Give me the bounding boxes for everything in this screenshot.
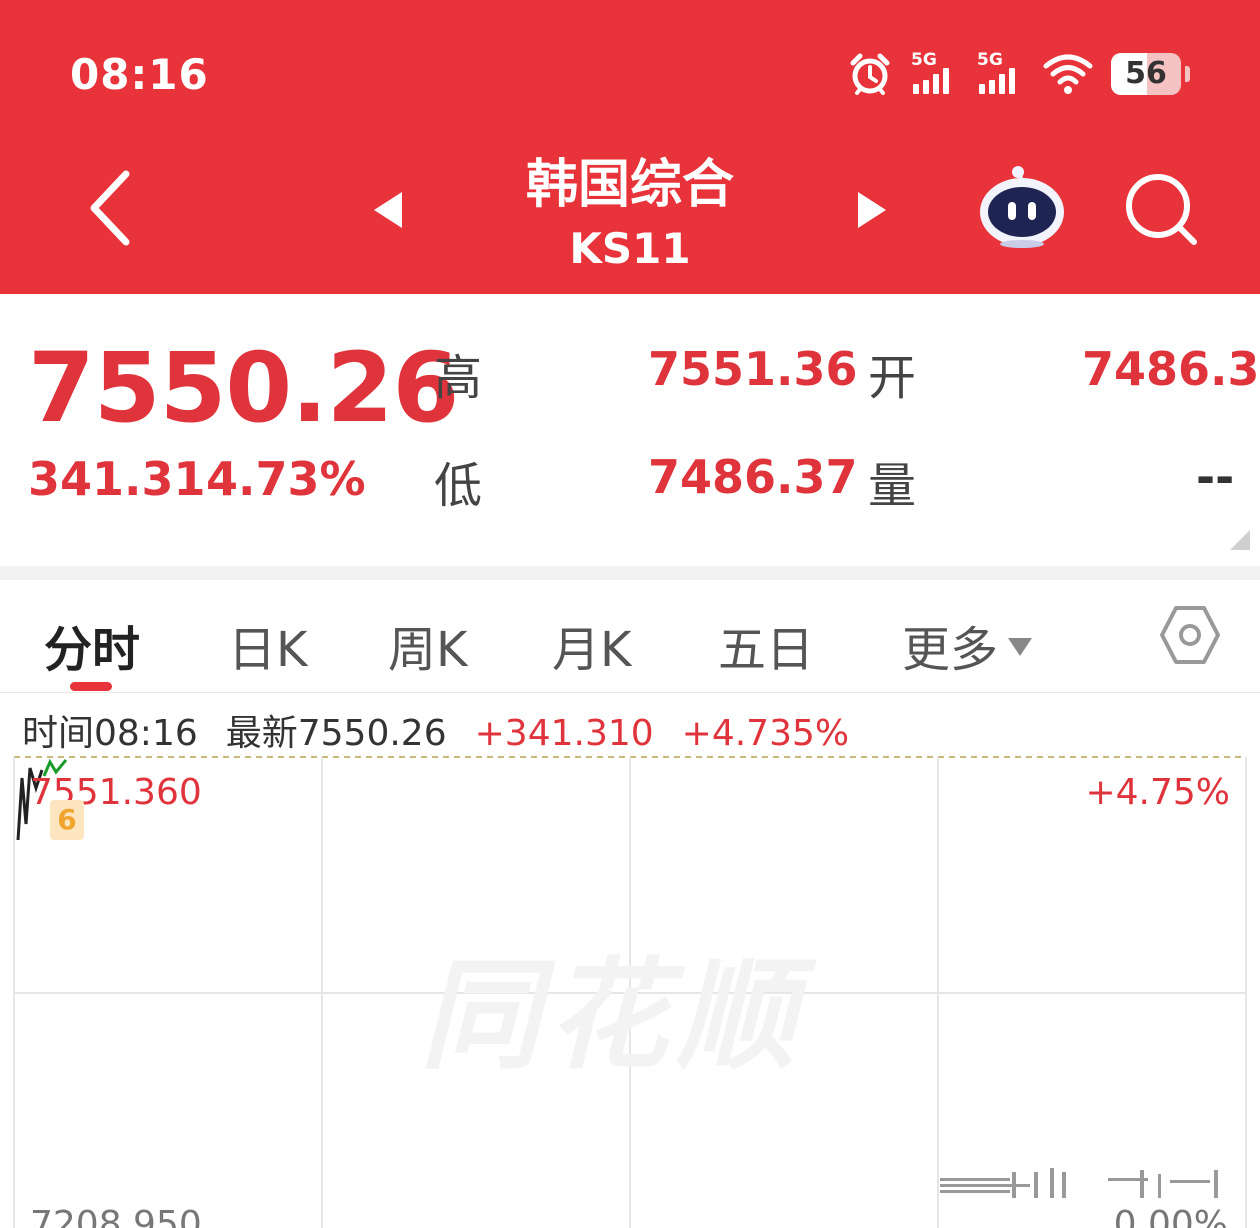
watermark: 同花顺: [420, 947, 804, 1086]
next-stock-icon[interactable]: [856, 190, 888, 230]
battery-tip: [1185, 66, 1190, 82]
tab-more[interactable]: 更多: [902, 610, 1033, 680]
info-change-pct: +4.735%: [681, 713, 850, 754]
low-value: 7486.37: [648, 450, 858, 504]
tab-five-day[interactable]: 五日: [718, 610, 814, 680]
volume-value: --: [1196, 450, 1235, 504]
chart-high-pct: +4.75%: [1085, 772, 1230, 813]
stock-code: KS11: [569, 224, 691, 273]
chevron-down-icon: [1008, 638, 1033, 656]
tabs-border: [0, 692, 1260, 693]
signal-5g-icon: 5G: [911, 52, 959, 96]
high-label: 高: [434, 350, 483, 406]
battery-icon: 56: [1111, 53, 1181, 95]
low-label: 低: [434, 458, 483, 514]
expand-corner-icon[interactable]: [1230, 530, 1250, 550]
info-change: +341.310: [474, 713, 654, 754]
back-icon[interactable]: [82, 168, 142, 248]
tab-more-label: 更多: [902, 622, 999, 678]
active-tab-indicator: [70, 682, 112, 691]
volume-label: 量: [868, 458, 917, 514]
info-latest: 最新7550.26: [225, 713, 447, 754]
tab-monthly-k[interactable]: 月K: [552, 610, 631, 680]
status-time: 08:16: [70, 50, 209, 99]
volume-bars: [940, 1168, 1218, 1198]
notification-badge[interactable]: 6: [50, 800, 84, 840]
open-value: 7486.37: [1082, 342, 1260, 396]
app-header: 08:16 5G 5G 56 韩国综合 KS11: [0, 0, 1260, 294]
search-icon[interactable]: [1120, 170, 1200, 250]
wifi-icon: [1043, 54, 1093, 94]
alarm-icon: [850, 53, 890, 95]
price-change: 341.31: [28, 452, 206, 506]
settings-hexagon-icon[interactable]: [1160, 604, 1220, 666]
page-title: 韩国综合: [525, 155, 734, 215]
chart-low-pct: 0.00%: [1113, 1204, 1228, 1228]
open-label: 开: [868, 350, 917, 406]
prev-stock-icon[interactable]: [372, 190, 404, 230]
crosshair-info-row: 时间08:16 最新7550.26 +341.310 +4.735%: [22, 704, 849, 754]
info-time: 时间08:16: [22, 713, 198, 754]
tab-intraday[interactable]: 分时: [44, 610, 140, 680]
robot-assistant-icon[interactable]: [976, 164, 1068, 248]
high-value: 7551.36: [648, 342, 858, 396]
section-divider: [0, 566, 1260, 580]
last-price: 7550.26: [28, 332, 459, 444]
chart-low-label: 7208.950: [30, 1204, 202, 1228]
tab-weekly-k[interactable]: 周K: [388, 610, 467, 680]
status-icons: 5G 5G 56: [847, 48, 1190, 100]
signal-5g-icon: 5G: [977, 52, 1025, 96]
tab-daily-k[interactable]: 日K: [228, 610, 307, 680]
price-change-pct: 4.73%: [206, 452, 366, 506]
